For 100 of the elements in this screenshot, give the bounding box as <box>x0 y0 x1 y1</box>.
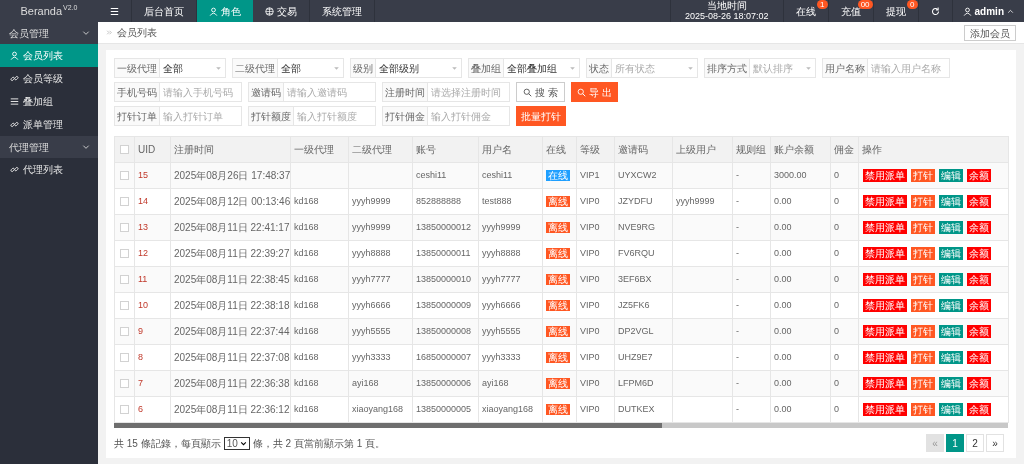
checkbox[interactable] <box>120 405 129 414</box>
sidebar-group[interactable]: 代理管理 <box>0 136 98 158</box>
table-cell: 0 <box>834 195 839 206</box>
batch-inject-button[interactable]: 批量打针 <box>516 106 566 126</box>
action-button[interactable]: 禁用派单 <box>863 299 907 312</box>
action-button[interactable]: 编辑 <box>939 169 963 182</box>
action-button[interactable]: 打针 <box>911 377 935 390</box>
input-field[interactable]: 输入打针佣金 <box>428 106 510 126</box>
action-button[interactable]: 禁用派单 <box>863 325 907 338</box>
action-button[interactable]: 余额 <box>967 325 991 338</box>
action-button[interactable]: 禁用派单 <box>863 351 907 364</box>
action-button[interactable]: 编辑 <box>939 325 963 338</box>
action-button[interactable]: 余额 <box>967 247 991 260</box>
action-button[interactable]: 编辑 <box>939 195 963 208</box>
action-button[interactable]: 编辑 <box>939 351 963 364</box>
add-member-button[interactable]: 添加会员 <box>964 24 1016 41</box>
table-cell: 0 <box>834 247 839 258</box>
checkbox[interactable] <box>120 171 129 180</box>
table-cell: 10 <box>138 299 148 310</box>
page-button[interactable]: » <box>986 434 1004 452</box>
sidebar-item[interactable]: 派单管理 <box>0 113 98 136</box>
scrollbar-thumb[interactable] <box>114 423 662 428</box>
input-field[interactable]: 请输入邀请码 <box>284 82 376 102</box>
action-button[interactable]: 编辑 <box>939 377 963 390</box>
action-button[interactable]: 余额 <box>967 169 991 182</box>
table-cell: 13850000009 <box>416 299 472 310</box>
page-button[interactable]: 1 <box>946 434 964 452</box>
status-badge: 在线 <box>546 170 570 181</box>
action-button[interactable]: 禁用派单 <box>863 377 907 390</box>
table-cell: 0.00 <box>774 403 792 414</box>
action-button[interactable]: 打针 <box>911 403 935 416</box>
sidebar-item[interactable]: 会员列表 <box>0 44 98 67</box>
checkbox[interactable] <box>120 301 129 310</box>
checkbox[interactable] <box>120 197 129 206</box>
table-cell: VIP0 <box>580 247 600 258</box>
table-cell: 2025年08月12日 00:13:46 <box>174 196 291 207</box>
table-cell: 13850000012 <box>416 221 472 232</box>
input-field[interactable]: 请输入用户名称 <box>868 58 950 78</box>
user-name[interactable]: admin <box>974 3 1004 19</box>
person-icon <box>10 51 19 60</box>
action-button[interactable]: 编辑 <box>939 273 963 286</box>
table-cell: - <box>736 351 739 362</box>
action-button[interactable]: 禁用派单 <box>863 403 907 416</box>
nav-link[interactable]: 提现 <box>885 3 906 19</box>
sidebar-item[interactable]: 代理列表 <box>0 158 98 181</box>
action-button[interactable]: 编辑 <box>939 247 963 260</box>
status-badge: 离线 <box>546 222 570 233</box>
link-icon <box>10 165 19 174</box>
action-button[interactable]: 打针 <box>911 195 935 208</box>
action-button[interactable]: 打针 <box>911 299 935 312</box>
action-button[interactable]: 余额 <box>967 299 991 312</box>
sidebar-item[interactable]: 会员等级 <box>0 67 98 90</box>
action-button[interactable]: 禁用派单 <box>863 221 907 234</box>
checkbox[interactable] <box>120 249 129 258</box>
count-badge: 0 <box>907 0 918 9</box>
action-button[interactable]: 打针 <box>911 169 935 182</box>
table-cell: 852888888 <box>416 195 462 206</box>
action-button[interactable]: 打针 <box>911 325 935 338</box>
checkbox[interactable] <box>120 223 129 232</box>
action-button[interactable]: 编辑 <box>939 403 963 416</box>
page-button[interactable]: 2 <box>966 434 984 452</box>
nav-link[interactable]: 在线 <box>795 3 816 19</box>
search-button[interactable]: 搜 索 <box>516 82 565 102</box>
action-button[interactable]: 打针 <box>911 247 935 260</box>
action-button[interactable]: 余额 <box>967 403 991 416</box>
column-header: 邀请码 <box>614 136 673 163</box>
table-cell: kd168 <box>294 377 319 388</box>
input-field[interactable]: 输入打针额度 <box>294 106 376 126</box>
action-button[interactable]: 余额 <box>967 273 991 286</box>
page-size-select[interactable]: 10 <box>223 436 250 450</box>
action-button[interactable]: 禁用派单 <box>863 247 907 260</box>
sidebar-item[interactable]: 叠加组 <box>0 90 98 113</box>
checkbox[interactable] <box>120 353 129 362</box>
sidebar-group[interactable]: 会员管理 <box>0 22 98 44</box>
action-button[interactable]: 编辑 <box>939 299 963 312</box>
action-button[interactable]: 余额 <box>967 377 991 390</box>
table-cell: - <box>736 403 739 414</box>
table-cell: 9 <box>138 325 143 336</box>
checkbox[interactable] <box>120 379 129 388</box>
action-button[interactable]: 打针 <box>911 273 935 286</box>
checkbox[interactable] <box>120 327 129 336</box>
checkbox[interactable] <box>120 275 129 284</box>
scrollbar[interactable] <box>114 423 1008 428</box>
action-button[interactable]: 余额 <box>967 195 991 208</box>
input-field[interactable]: 请选择注册时间 <box>428 82 510 102</box>
input-field[interactable]: 输入打针订单 <box>160 106 242 126</box>
action-button[interactable]: 打针 <box>911 351 935 364</box>
action-button[interactable]: 余额 <box>967 351 991 364</box>
action-button[interactable]: 禁用派单 <box>863 169 907 182</box>
input-field[interactable]: 请输入手机号码 <box>160 82 242 102</box>
page-summary: 條，共 2 頁當前顯示第 1 頁。 <box>252 436 386 451</box>
action-button[interactable]: 禁用派单 <box>863 273 907 286</box>
action-button[interactable]: 余额 <box>967 221 991 234</box>
action-button[interactable]: 打针 <box>911 221 935 234</box>
export-button[interactable]: 导 出 <box>570 82 618 102</box>
checkbox[interactable] <box>120 145 129 154</box>
action-button[interactable]: 编辑 <box>939 221 963 234</box>
nav-tab[interactable]: 角色 <box>197 0 253 22</box>
action-button[interactable]: 禁用派单 <box>863 195 907 208</box>
table-cell: - <box>736 273 739 284</box>
